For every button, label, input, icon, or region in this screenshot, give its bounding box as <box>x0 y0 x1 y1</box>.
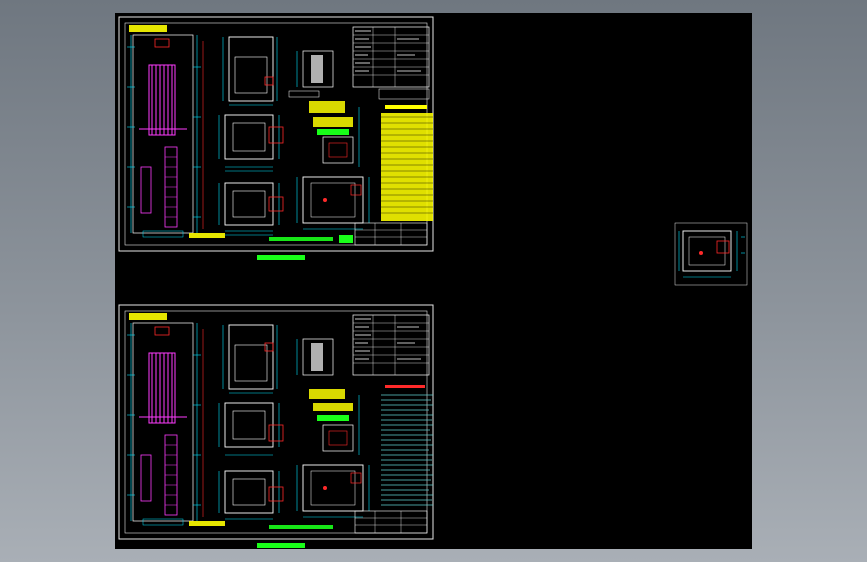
cad-drawing[interactable] <box>115 13 752 549</box>
machine-detail <box>288 50 360 167</box>
title-block <box>189 222 428 246</box>
sheet-border <box>118 304 434 540</box>
car-plan-top <box>222 324 278 394</box>
car-plan-top <box>222 36 278 106</box>
sheet-caption <box>257 255 305 260</box>
car-plan-middle <box>218 402 284 456</box>
pit-plan <box>296 176 370 230</box>
model-space-canvas[interactable] <box>115 13 752 549</box>
drawing-sheet-2[interactable] <box>118 304 434 548</box>
notes-block <box>381 105 433 221</box>
pit-plan <box>296 464 370 518</box>
shaft-elevation <box>127 34 204 238</box>
machine-detail <box>296 338 360 455</box>
notes-block <box>381 385 433 506</box>
header-strip <box>129 313 167 320</box>
title-block <box>189 510 428 534</box>
drawing-sheet-1[interactable] <box>118 16 434 260</box>
pit-detail-view[interactable] <box>674 222 748 286</box>
parameter-table <box>352 314 430 376</box>
header-strip <box>129 25 167 32</box>
sheet-caption <box>257 543 305 548</box>
shaft-elevation <box>127 322 204 526</box>
car-plan-middle <box>218 114 284 172</box>
parameter-table <box>352 26 430 100</box>
car-plan-bottom <box>218 470 284 520</box>
car-plan-bottom <box>218 182 284 236</box>
